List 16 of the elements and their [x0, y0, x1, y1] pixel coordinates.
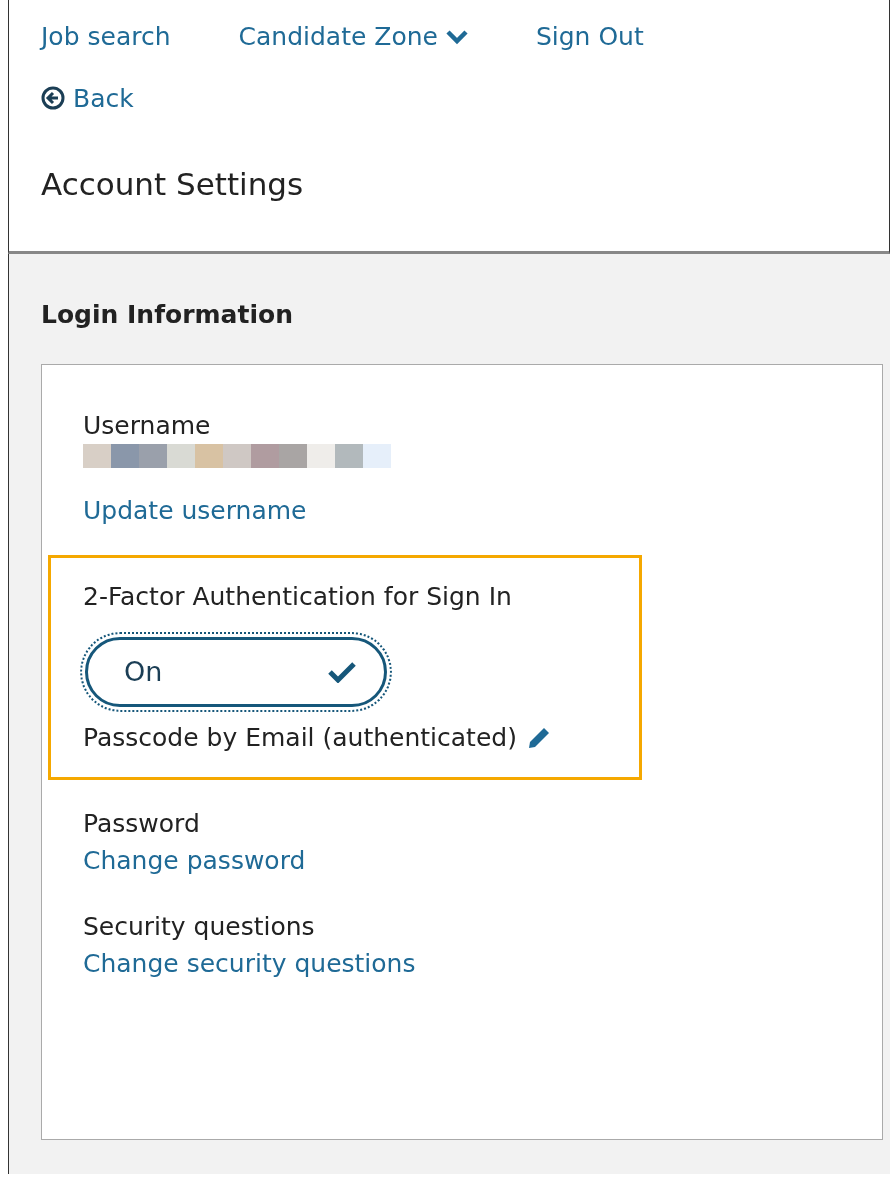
- nav-link[interactable]: Sign Out: [535, 18, 644, 56]
- change-security-questions-link[interactable]: Change security questions: [83, 949, 416, 978]
- field-label: Password: [83, 807, 201, 840]
- page-title: Account Settings: [41, 164, 305, 204]
- nav-link[interactable]: Job search: [41, 18, 171, 56]
- nav-link[interactable]: Candidate Zone: [238, 18, 468, 56]
- check-icon: [328, 661, 356, 683]
- update-username-link[interactable]: Update username: [83, 496, 307, 525]
- back-link[interactable]: Back: [41, 79, 134, 117]
- field-label: 2-Factor Authentication for Sign In: [83, 580, 513, 613]
- section-title: Login Information: [41, 299, 294, 331]
- chevron-down-icon: [445, 28, 468, 45]
- field-label: Username: [83, 409, 212, 442]
- change-password-link[interactable]: Change password: [83, 846, 306, 875]
- auth-method-text: Passcode by Email (authenticated): [83, 722, 517, 754]
- field-label: Security questions: [83, 910, 316, 943]
